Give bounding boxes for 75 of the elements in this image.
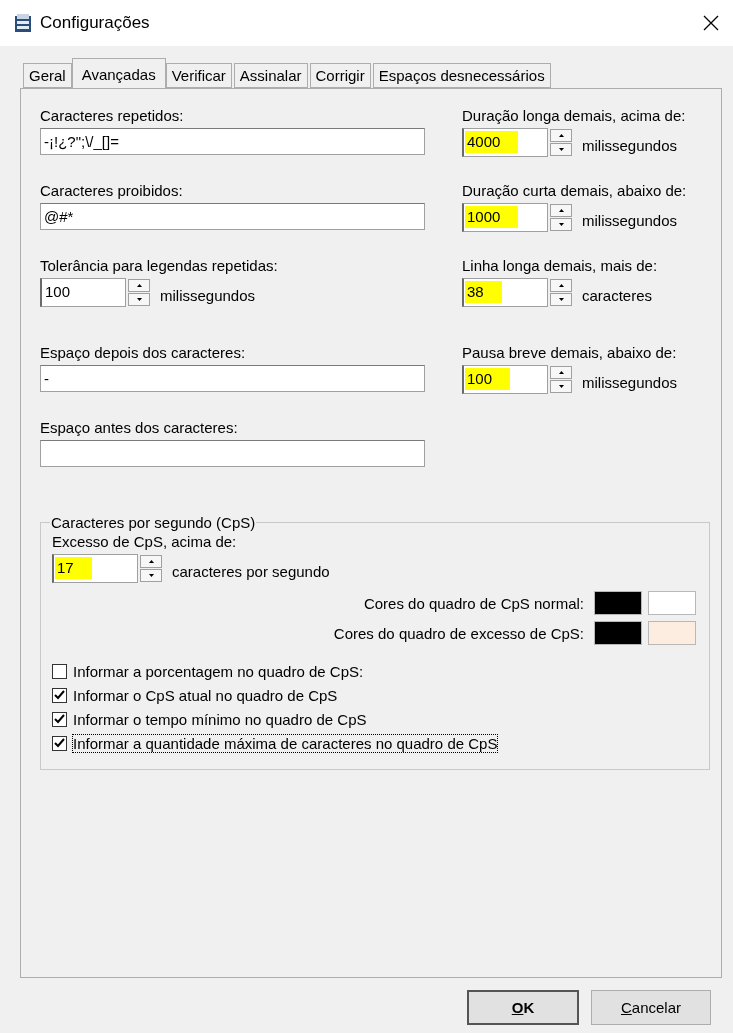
caret-down-icon [558,298,564,301]
tab[interactable]: Assinalar [233,63,308,88]
caret-down-icon [558,223,564,226]
text-field[interactable] [40,440,425,467]
spin-up-button[interactable] [140,555,162,568]
caret-up-icon [558,371,564,374]
field-label: Caracteres repetidos: [40,107,185,124]
caret-up-icon [558,284,564,287]
color-swatch[interactable] [648,621,696,645]
checkbox-label[interactable]: Informar o tempo mínimo no quadro de CpS [73,710,367,728]
field-label: Espaço antes dos caracteres: [40,419,239,436]
text-field[interactable]: @#* [40,203,425,230]
spin-up-button[interactable] [550,204,572,217]
caret-down-icon [558,385,564,388]
color-swatch[interactable] [648,591,696,615]
unit-label: caracteres por segundo [172,563,330,580]
unit-label: milissegundos [160,287,256,304]
text-field[interactable]: - [40,365,425,392]
unit-label: milissegundos [582,212,678,229]
field-label: Caracteres proibidos: [40,182,184,199]
number-field[interactable]: 4000 [462,128,548,157]
tab[interactable]: Espaços desnecessários [372,63,551,88]
tab[interactable]: Corrigir [309,63,371,88]
checkbox[interactable] [52,711,67,727]
caret-up-icon [148,560,154,563]
field-label: Duração longa demais, acima de: [462,107,687,124]
spin-down-button[interactable] [550,218,572,231]
checkbox[interactable] [52,687,67,703]
unit-label: caracteres [582,287,653,304]
window-title: Configurações [40,13,151,33]
app-icon [14,13,32,33]
tab[interactable]: Geral [23,63,72,88]
text-field[interactable]: -¡!¿?";\/_[]= [40,128,425,155]
spin-down-button[interactable] [550,380,572,393]
spin-down-button[interactable] [128,293,150,306]
spin-down-button[interactable] [550,143,572,156]
number-field[interactable]: 100 [40,278,126,307]
caret-down-icon [558,148,564,151]
ok-button[interactable]: OK [467,990,579,1025]
spin-up-button[interactable] [550,129,572,142]
color-swatch[interactable] [594,591,642,615]
spin-up-button[interactable] [550,279,572,292]
close-button[interactable] [701,13,721,33]
group-title: Caracteres por segundo (CpS) [50,514,257,531]
caret-up-icon [558,134,564,137]
spin-up-button[interactable] [128,279,150,292]
field-label: Duração curta demais, abaixo de: [462,182,688,199]
number-field[interactable]: 17 [52,554,138,583]
cancel-button[interactable]: Cancelar [591,990,711,1025]
caret-down-icon [148,574,154,577]
color-swatch[interactable] [594,621,642,645]
checkbox-label[interactable]: Informar a quantidade máxima de caracteres no quadro de CpS [73,734,498,752]
caret-up-icon [136,284,142,287]
field-label: Pausa breve demais, abaixo de: [462,344,678,361]
spin-down-button[interactable] [140,569,162,582]
field-label: Excesso de CpS, acima de: [52,533,238,550]
number-field[interactable]: 38 [462,278,548,307]
tab[interactable]: Verificar [165,63,232,88]
field-label: Linha longa demais, mais de: [462,257,659,274]
field-label: Espaço depois dos caracteres: [40,344,247,361]
field-label: Tolerância para legendas repetidas: [40,257,279,274]
checkbox[interactable] [52,663,67,679]
unit-label: milissegundos [582,374,678,391]
spin-up-button[interactable] [550,366,572,379]
checkbox-label[interactable]: Informar a porcentagem no quadro de CpS: [73,662,364,680]
spin-down-button[interactable] [550,293,572,306]
color-label: Cores do quadro de excesso de CpS: [333,624,584,642]
number-field[interactable]: 1000 [462,203,548,232]
unit-label: milissegundos [582,137,678,154]
number-field[interactable]: 100 [462,365,548,394]
color-label: Cores do quadro de CpS normal: [363,594,584,612]
checkbox-label[interactable]: Informar o CpS atual no quadro de CpS [73,686,338,704]
caret-down-icon [136,298,142,301]
checkbox[interactable] [52,735,67,751]
caret-up-icon [558,209,564,212]
